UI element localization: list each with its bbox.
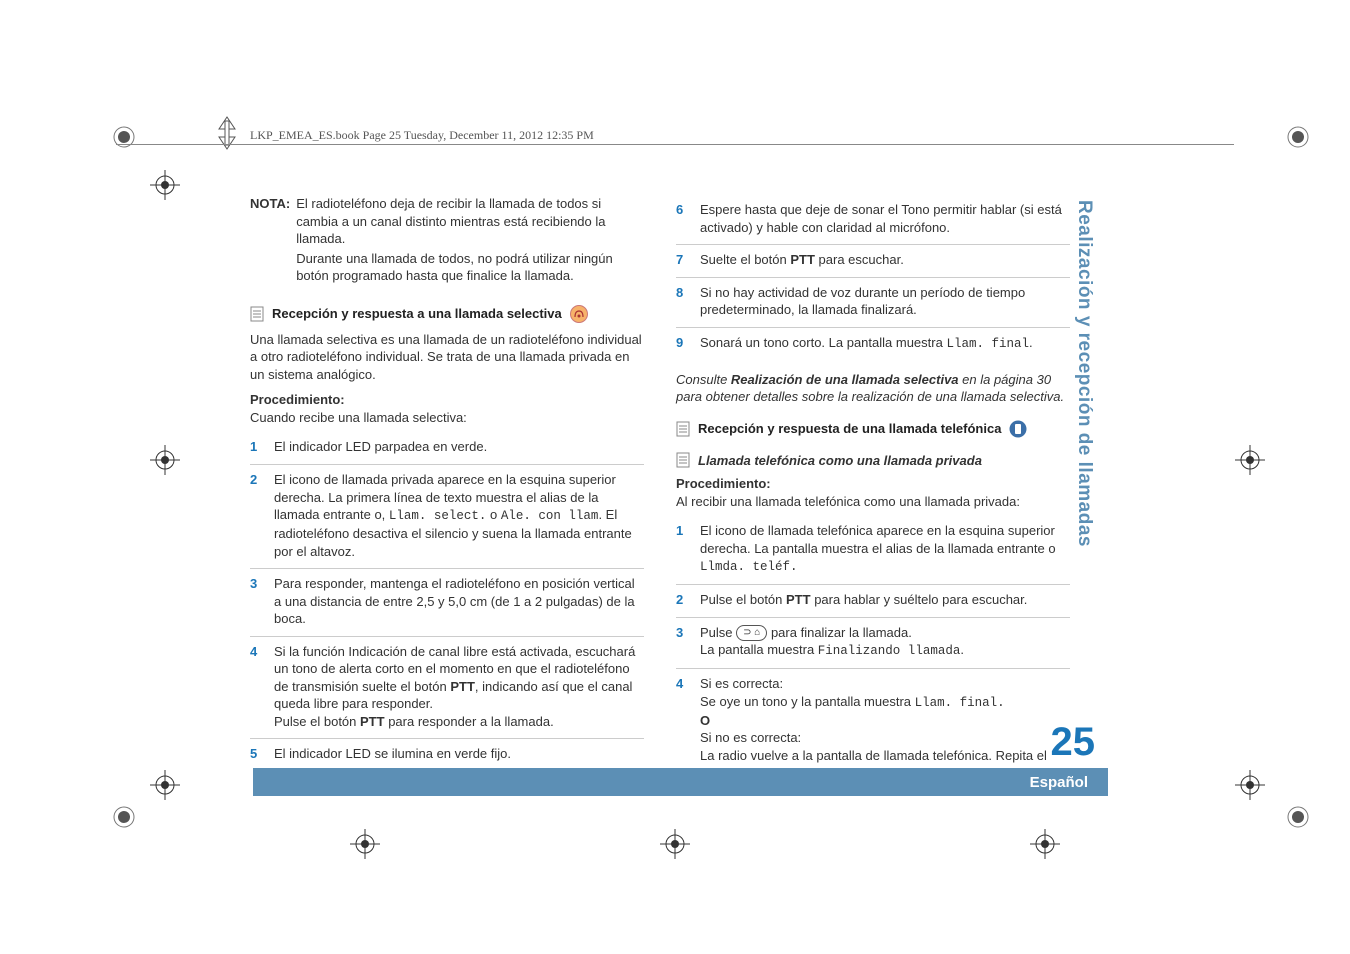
step-4: 4Si la función Indicación de canal libre… bbox=[250, 637, 644, 740]
phone-circle-icon bbox=[1009, 420, 1027, 438]
proc-sub: Al recibir una llamada telefónica como u… bbox=[676, 493, 1070, 511]
proc-label: Procedimiento: bbox=[676, 475, 1070, 493]
document-icon bbox=[250, 306, 264, 322]
nota-body: El radioteléfono deja de recibir la llam… bbox=[296, 195, 644, 287]
document-icon bbox=[676, 452, 690, 468]
side-tab: Realización y recepción de llamadas bbox=[1073, 200, 1095, 547]
antenna-circle-icon bbox=[570, 305, 588, 323]
step-6: 6Espere hasta que deje de sonar el Tono … bbox=[676, 195, 1070, 245]
arrow-icon bbox=[215, 115, 239, 151]
subsection-heading: Llamada telefónica como una llamada priv… bbox=[676, 452, 1070, 470]
proc-sub: Cuando recibe una llamada selectiva: bbox=[250, 409, 644, 427]
section-title: Recepción y respuesta a una llamada sele… bbox=[272, 305, 562, 323]
crop-mark-bl bbox=[112, 805, 136, 829]
proc-label: Procedimiento: bbox=[250, 391, 644, 409]
registration-icon bbox=[660, 829, 690, 859]
page-header: LKP_EMEA_ES.book Page 25 Tuesday, Decemb… bbox=[250, 128, 594, 143]
pstep-3: 3Pulse ⊃ ⌂ para finalizar la llamada.La … bbox=[676, 618, 1070, 669]
section-heading-selective: Recepción y respuesta a una llamada sele… bbox=[250, 305, 644, 323]
step-9: 9Sonará un tono corto. La pantalla muest… bbox=[676, 328, 1070, 361]
step-2: 2El icono de llamada privada aparece en … bbox=[250, 465, 644, 569]
page-number: 25 bbox=[1051, 720, 1096, 765]
registration-icon bbox=[150, 770, 180, 800]
nota-label: NOTA: bbox=[250, 195, 290, 287]
content-area: NOTA: El radioteléfono deja de recibir l… bbox=[250, 195, 1070, 772]
section-heading-phone: Recepción y respuesta de una llamada tel… bbox=[676, 420, 1070, 438]
crop-mark-tl bbox=[112, 125, 136, 149]
left-column: NOTA: El radioteléfono deja de recibir l… bbox=[250, 195, 644, 772]
step-3: 3Para responder, mantenga el radioteléfo… bbox=[250, 569, 644, 637]
crop-mark-br bbox=[1286, 805, 1310, 829]
pstep-2: 2Pulse el botón PTT para hablar y suélte… bbox=[676, 585, 1070, 618]
step-5: 5El indicador LED se ilumina en verde fi… bbox=[250, 739, 644, 771]
section-title: Recepción y respuesta de una llamada tel… bbox=[698, 420, 1001, 438]
intro-para: Una llamada selectiva es una llamada de … bbox=[250, 331, 644, 384]
step-1: 1El indicador LED parpadea en verde. bbox=[250, 432, 644, 465]
crop-mark-tr bbox=[1286, 125, 1310, 149]
pstep-4: 4Si es correcta:Se oye un tono y la pant… bbox=[676, 669, 1070, 772]
registration-icon bbox=[150, 445, 180, 475]
footer-bar: Español bbox=[253, 768, 1108, 796]
document-icon bbox=[676, 421, 690, 437]
step-8: 8Si no hay actividad de voz durante un p… bbox=[676, 278, 1070, 328]
home-button-icon: ⊃ ⌂ bbox=[736, 625, 767, 641]
subsection-title: Llamada telefónica como una llamada priv… bbox=[698, 452, 982, 470]
steps-list-right-top: 6Espere hasta que deje de sonar el Tono … bbox=[676, 195, 1070, 361]
step-7: 7Suelte el botón PTT para escuchar. bbox=[676, 245, 1070, 278]
pstep-1: 1El icono de llamada telefónica aparece … bbox=[676, 516, 1070, 585]
reference-para: Consulte Realización de una llamada sele… bbox=[676, 371, 1070, 406]
nota-p2: Durante una llamada de todos, no podrá u… bbox=[296, 250, 644, 285]
header-rule bbox=[116, 144, 1234, 145]
registration-icon bbox=[350, 829, 380, 859]
registration-icon bbox=[1235, 445, 1265, 475]
registration-icon bbox=[1235, 770, 1265, 800]
steps-list-left: 1El indicador LED parpadea en verde. 2El… bbox=[250, 432, 644, 771]
nota-block: NOTA: El radioteléfono deja de recibir l… bbox=[250, 195, 644, 287]
steps-list-right-bottom: 1El icono de llamada telefónica aparece … bbox=[676, 516, 1070, 772]
nota-p1: El radioteléfono deja de recibir la llam… bbox=[296, 195, 644, 248]
registration-icon bbox=[1030, 829, 1060, 859]
footer-language: Español bbox=[1030, 774, 1088, 791]
registration-icon bbox=[150, 170, 180, 200]
right-column: 6Espere hasta que deje de sonar el Tono … bbox=[676, 195, 1070, 772]
